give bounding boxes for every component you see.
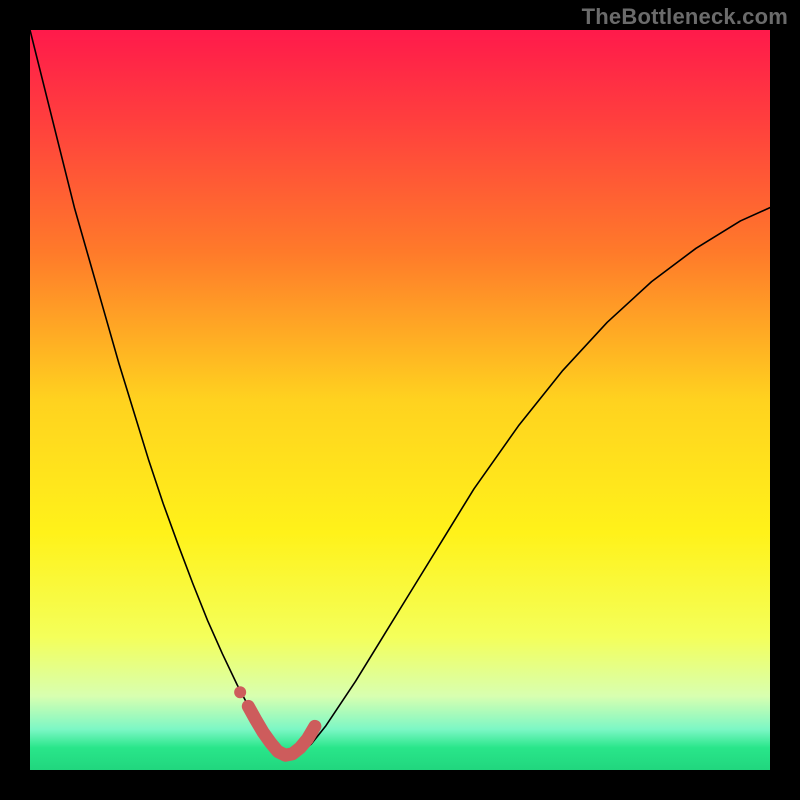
plot-area xyxy=(30,30,770,770)
marker-layer xyxy=(234,686,246,698)
gradient-background xyxy=(30,30,770,770)
chart-frame: TheBottleneck.com xyxy=(0,0,800,800)
valley-dot xyxy=(234,686,246,698)
bottleneck-chart xyxy=(30,30,770,770)
watermark-text: TheBottleneck.com xyxy=(582,4,788,30)
